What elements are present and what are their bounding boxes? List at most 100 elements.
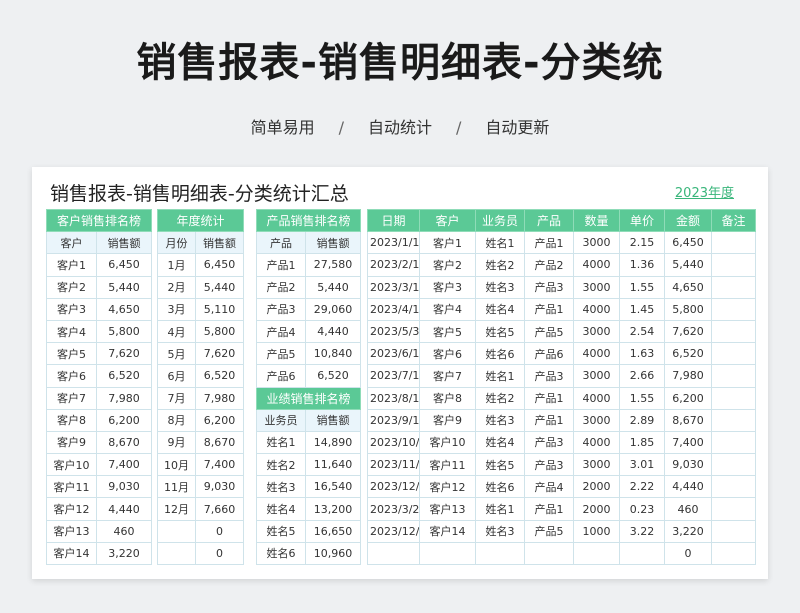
table-cell[interactable]: 客户10 [46,453,97,477]
table-cell[interactable]: 2.22 [619,475,665,499]
table-cell[interactable]: 3.01 [619,453,665,477]
table-cell[interactable] [367,541,420,566]
table-cell[interactable]: 5,440 [95,275,153,299]
table-cell[interactable]: 1.36 [619,253,665,277]
table-cell[interactable]: 6,200 [664,386,712,410]
table-cell[interactable] [711,497,756,521]
table-cell[interactable]: 1.55 [619,275,665,299]
table-cell[interactable] [711,475,756,499]
table-cell[interactable]: 1.55 [619,386,665,410]
table-cell[interactable]: 3月 [157,297,196,321]
table-cell[interactable]: 3000 [573,453,620,477]
table-cell[interactable]: 姓名1 [475,364,525,388]
table-cell[interactable]: 客户2 [46,275,97,299]
table-cell[interactable]: 客户4 [419,297,476,321]
table-cell[interactable]: 5月 [157,342,196,366]
table-cell[interactable]: 2000 [573,475,620,499]
table-cell[interactable] [711,253,756,277]
table-cell[interactable]: 客户3 [419,275,476,299]
table-cell[interactable] [524,541,574,566]
table-cell[interactable] [157,541,196,566]
table-cell[interactable]: 4000 [573,430,620,455]
table-cell[interactable]: 2023/10/1 [367,430,420,455]
table-cell[interactable]: 客户8 [46,408,97,432]
table-cell[interactable]: 产品1 [524,408,574,432]
table-cell[interactable]: 产品1 [524,497,574,521]
table-cell[interactable]: 13,200 [304,497,362,521]
table-cell[interactable]: 姓名5 [475,453,525,477]
table-cell[interactable]: 客户13 [419,497,476,521]
table-cell[interactable]: 产品6 [524,342,574,366]
table-cell[interactable]: 产品2 [256,275,306,299]
table-cell[interactable]: 27,580 [304,253,362,277]
table-cell[interactable] [711,519,756,543]
table-cell[interactable]: 7,980 [664,364,712,388]
table-cell[interactable]: 产品3 [524,364,574,388]
table-cell[interactable]: 2023/12/1 [367,519,420,543]
table-cell[interactable]: 产品4 [256,319,306,344]
table-cell[interactable]: 产品3 [256,297,306,321]
table-cell[interactable]: 客户14 [46,541,97,566]
table-cell[interactable]: 6,450 [95,253,153,277]
table-cell[interactable]: 客户9 [46,430,97,455]
table-cell[interactable]: 5,110 [194,297,245,321]
table-cell[interactable] [711,342,756,366]
table-cell[interactable]: 5,800 [194,319,245,344]
table-cell[interactable] [711,297,756,321]
table-cell[interactable]: 2023/3/2 [367,497,420,521]
table-cell[interactable]: 姓名3 [256,475,306,499]
table-cell[interactable]: 0 [194,519,245,543]
table-cell[interactable]: 姓名3 [475,519,525,543]
table-cell[interactable]: 2023/11/1 [367,453,420,477]
table-cell[interactable]: 3.22 [619,519,665,543]
table-cell[interactable]: 姓名2 [475,253,525,277]
table-cell[interactable]: 7,400 [95,453,153,477]
table-cell[interactable]: 2023/1/1 [367,231,420,255]
table-cell[interactable]: 姓名1 [475,231,525,255]
table-cell[interactable]: 3000 [573,275,620,299]
table-cell[interactable]: 10,960 [304,541,362,566]
table-cell[interactable]: 客户5 [419,319,476,344]
table-cell[interactable]: 客户6 [46,364,97,388]
table-cell[interactable]: 2023/8/1 [367,386,420,410]
table-cell[interactable]: 29,060 [304,297,362,321]
table-cell[interactable]: 客户7 [46,386,97,410]
table-cell[interactable] [157,519,196,543]
table-cell[interactable]: 7,980 [194,386,245,410]
table-cell[interactable]: 4,440 [95,497,153,521]
table-cell[interactable] [619,541,665,566]
table-cell[interactable]: 7,400 [664,430,712,455]
table-cell[interactable]: 11,640 [304,453,362,477]
table-cell[interactable]: 1000 [573,519,620,543]
table-cell[interactable]: 2.15 [619,231,665,255]
table-cell[interactable]: 产品1 [524,231,574,255]
table-cell[interactable]: 1月 [157,253,196,277]
table-cell[interactable]: 客户10 [419,430,476,455]
table-cell[interactable]: 2.89 [619,408,665,432]
table-cell[interactable]: 5,800 [664,297,712,321]
table-cell[interactable]: 4000 [573,253,620,277]
table-cell[interactable]: 姓名2 [256,453,306,477]
table-cell[interactable]: 客户14 [419,519,476,543]
table-cell[interactable] [711,275,756,299]
table-cell[interactable]: 3,220 [664,519,712,543]
table-cell[interactable]: 16,650 [304,519,362,543]
table-cell[interactable]: 客户12 [46,497,97,521]
table-cell[interactable]: 4,440 [304,319,362,344]
table-cell[interactable]: 产品3 [524,275,574,299]
table-cell[interactable]: 6,200 [194,408,245,432]
table-cell[interactable]: 客户5 [46,342,97,366]
table-cell[interactable]: 7,620 [194,342,245,366]
table-cell[interactable]: 客户11 [46,475,97,499]
table-cell[interactable] [711,430,756,455]
table-cell[interactable]: 4,650 [664,275,712,299]
table-cell[interactable]: 2023/9/1 [367,408,420,432]
table-cell[interactable]: 10,840 [304,342,362,366]
table-cell[interactable]: 姓名4 [475,430,525,455]
table-cell[interactable]: 6,450 [194,253,245,277]
table-cell[interactable]: 客户7 [419,364,476,388]
table-cell[interactable]: 12月 [157,497,196,521]
table-cell[interactable] [573,541,620,566]
table-cell[interactable]: 姓名4 [256,497,306,521]
table-cell[interactable]: 5,440 [664,253,712,277]
